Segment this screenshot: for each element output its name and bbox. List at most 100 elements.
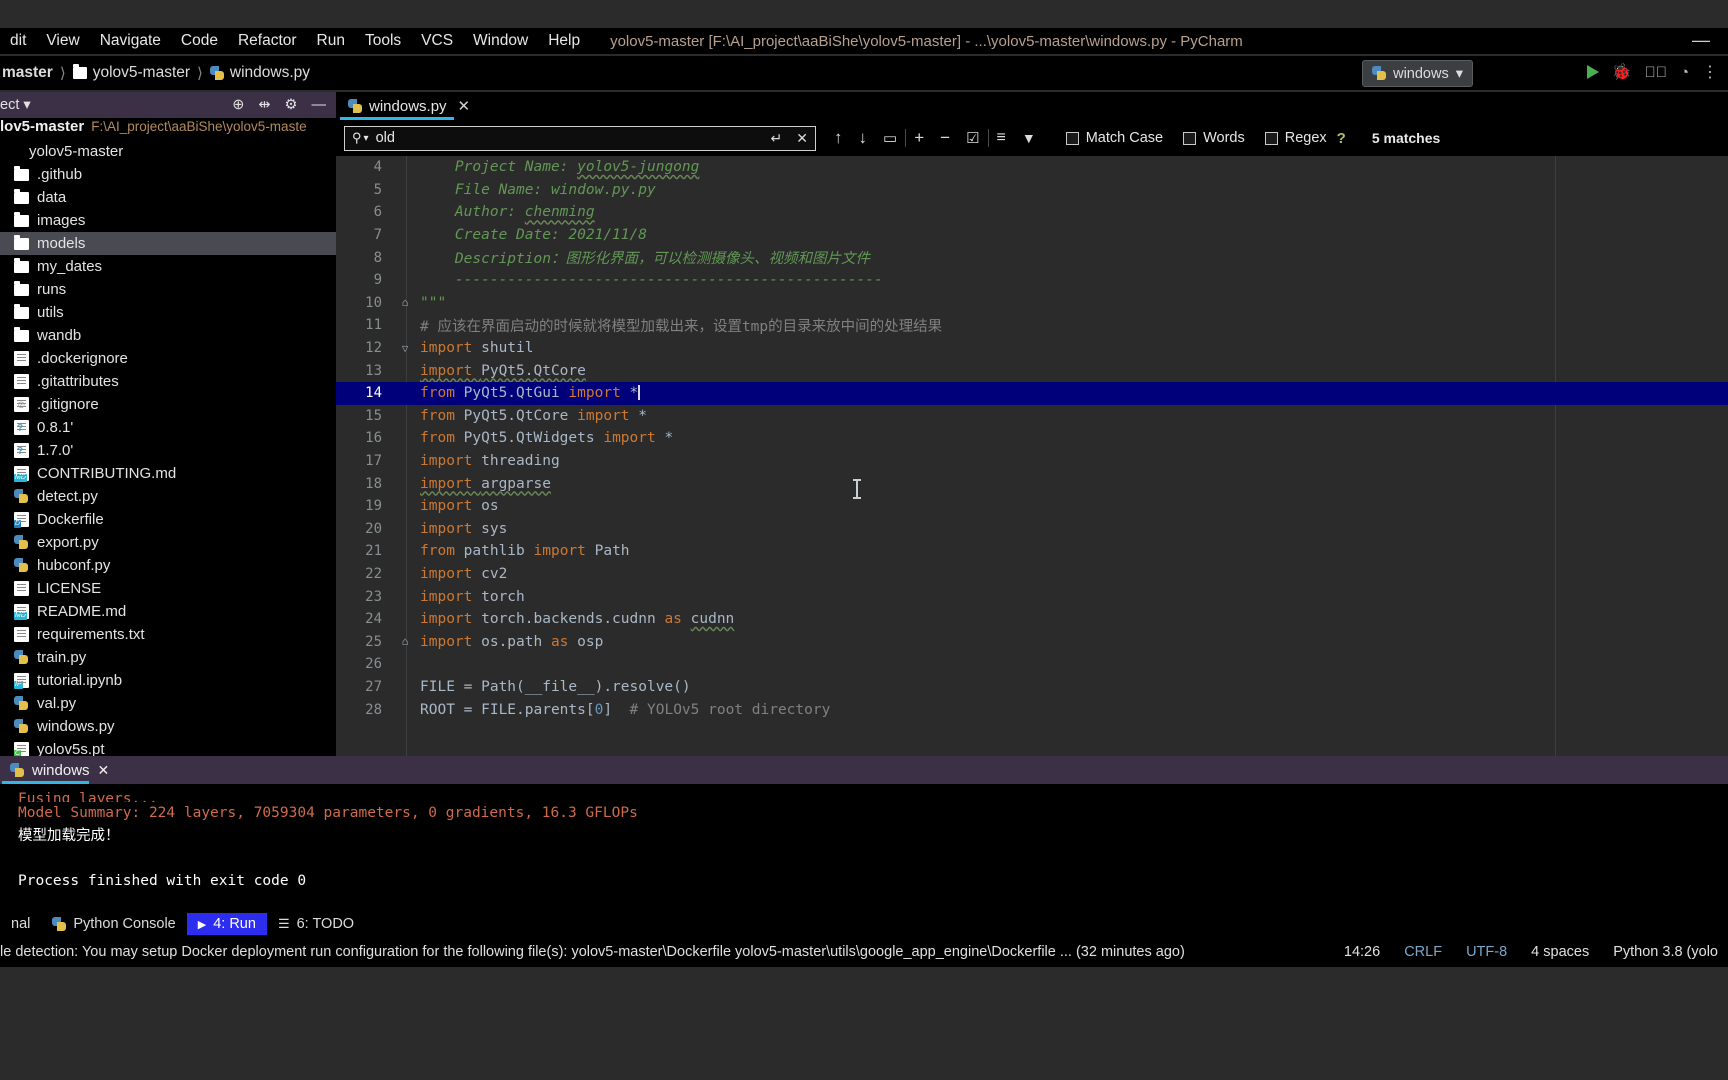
clear-search-icon[interactable]: ✕: [796, 130, 808, 147]
checkbox-box[interactable]: [1264, 131, 1278, 145]
code-line[interactable]: 24 import torch.backends.cudnn as cudnn: [336, 608, 1728, 631]
status-indent[interactable]: 4 spaces: [1531, 944, 1589, 960]
tree-item-utils[interactable]: utils: [0, 301, 336, 324]
menu-item-code[interactable]: Code: [171, 32, 228, 50]
tool-window-todo[interactable]: ☰ 6: TODO: [267, 913, 365, 935]
tree-item-wandb[interactable]: wandb: [0, 324, 336, 347]
menu-item-navigate[interactable]: Navigate: [90, 32, 171, 50]
settings-gear-icon[interactable]: ⚙: [285, 97, 298, 113]
tree-item-train-py[interactable]: train.py: [0, 646, 336, 669]
tree-item-yolov5-master[interactable]: yolov5-master: [0, 140, 336, 163]
locate-icon[interactable]: ⊕: [232, 97, 244, 113]
project-root-row[interactable]: lov5-master F:\AI_project\aaBiShe\yolov5…: [0, 118, 336, 140]
tool-window-python-console[interactable]: Python Console: [41, 913, 186, 935]
tree-item-my-dates[interactable]: my_dates: [0, 255, 336, 278]
tree-item-yolov5s-pt[interactable]: Cyolov5s.pt: [0, 738, 336, 756]
tree-item-val-py[interactable]: val.py: [0, 692, 336, 715]
menu-item-edit[interactable]: dit: [0, 32, 36, 50]
code-line[interactable]: 4 Project Name: yolov5-jungong: [336, 156, 1728, 179]
code-line[interactable]: 27 FILE = Path(__file__).resolve(): [336, 676, 1728, 699]
breadcrumb-item-master[interactable]: master: [0, 64, 55, 82]
filter-lines-icon[interactable]: ≡: [997, 129, 1006, 147]
tree-item-0-8-1-[interactable]: 0.8.1': [0, 416, 336, 439]
tree-item--gitignore[interactable]: .gitignore: [0, 393, 336, 416]
tree-item-license[interactable]: LICENSE: [0, 577, 336, 600]
find-previous-icon[interactable]: ↑: [834, 128, 843, 148]
run-with-coverage-icon[interactable]: ▶⃞: [1644, 64, 1667, 81]
remove-line-icon[interactable]: −: [940, 128, 950, 148]
toggle-selection-icon[interactable]: ☑: [966, 129, 979, 147]
close-icon[interactable]: ✕: [98, 762, 110, 779]
code-line[interactable]: 17 import threading: [336, 450, 1728, 473]
fold-marker-icon[interactable]: ⌂: [396, 296, 414, 309]
code-line[interactable]: 12 ▽ import shutil: [336, 337, 1728, 360]
tree-item-detect-py[interactable]: detect.py: [0, 485, 336, 508]
menu-item-view[interactable]: View: [36, 32, 89, 50]
chevron-down-icon[interactable]: ▾: [23, 97, 30, 113]
code-line[interactable]: 6 Author: chenming: [336, 201, 1728, 224]
menu-item-help[interactable]: Help: [538, 32, 590, 50]
menu-item-tools[interactable]: Tools: [355, 32, 411, 50]
tree-item-export-py[interactable]: export.py: [0, 531, 336, 554]
tree-item-requirements-txt[interactable]: requirements.txt: [0, 623, 336, 646]
more-icon[interactable]: ⋮: [1702, 62, 1718, 82]
menu-item-run[interactable]: Run: [307, 32, 355, 50]
code-line[interactable]: 9 --------------------------------------…: [336, 269, 1728, 292]
match-case-checkbox[interactable]: Match Case: [1065, 130, 1163, 146]
profile-icon[interactable]: ◔: [1680, 64, 1689, 81]
run-tab-windows[interactable]: windows ✕: [0, 756, 119, 784]
run-button[interactable]: [1586, 65, 1599, 79]
find-input[interactable]: old: [376, 130, 764, 146]
code-line[interactable]: 28 ROOT = FILE.parents[0] # YOLOv5 root d…: [336, 698, 1728, 721]
code-line[interactable]: 18 import argparse: [336, 472, 1728, 495]
tree-item-runs[interactable]: runs: [0, 278, 336, 301]
menu-item-vcs[interactable]: VCS: [411, 32, 463, 50]
checkbox-box[interactable]: [1065, 131, 1079, 145]
project-tree[interactable]: lov5-master F:\AI_project\aaBiShe\yolov5…: [0, 118, 336, 756]
code-line[interactable]: 26: [336, 653, 1728, 676]
fold-marker-icon[interactable]: ▽: [396, 342, 414, 355]
search-history-icon[interactable]: ↵: [771, 130, 783, 147]
code-line[interactable]: 13 import PyQt5.QtCore: [336, 359, 1728, 382]
tree-item-dockerfile[interactable]: D Dockerfile: [0, 508, 336, 531]
code-line[interactable]: 5 File Name: window.py.py: [336, 179, 1728, 202]
breadcrumb-item-project[interactable]: yolov5-master: [71, 64, 192, 82]
code-line[interactable]: 23 import torch: [336, 585, 1728, 608]
code-line[interactable]: 16 from PyQt5.QtWidgets import *: [336, 427, 1728, 450]
code-line[interactable]: 15 from PyQt5.QtCore import *: [336, 405, 1728, 428]
tool-window-run[interactable]: ▶ 4: Run: [186, 913, 267, 935]
close-icon[interactable]: ✕: [458, 97, 471, 115]
tree-item-hubconf-py[interactable]: hubconf.py: [0, 554, 336, 577]
regex-help-icon[interactable]: ?: [1337, 130, 1346, 147]
code-line[interactable]: 8 Description：图形化界面，可以检测摄像头、视频和图片文件: [336, 246, 1728, 269]
tree-item--gitattributes[interactable]: .gitattributes: [0, 370, 336, 393]
editor-tab-windows-py[interactable]: windows.py ✕: [336, 92, 480, 120]
code-line[interactable]: 22 import cv2: [336, 563, 1728, 586]
tree-item--github[interactable]: .github: [0, 163, 336, 186]
code-line[interactable]: 14 from PyQt5.QtGui import *: [336, 381, 1728, 405]
console-output[interactable]: Fusing layers... Model Summary: 224 layer…: [0, 784, 1728, 892]
tree-item-contributing-md[interactable]: MD CONTRIBUTING.md: [0, 462, 336, 485]
tree-item-models[interactable]: models: [0, 232, 336, 255]
tree-item-readme-md[interactable]: MD README.md: [0, 600, 336, 623]
code-line[interactable]: 20 import sys: [336, 518, 1728, 541]
fold-marker-icon[interactable]: ⌂: [396, 635, 414, 648]
code-line[interactable]: 7 Create Date: 2021/11/8: [336, 224, 1728, 247]
regex-checkbox[interactable]: Regex: [1264, 130, 1327, 146]
status-interpreter[interactable]: Python 3.8 (yolo: [1613, 944, 1718, 960]
chevron-down-icon[interactable]: ▾: [364, 133, 369, 144]
find-next-icon[interactable]: ↓: [859, 128, 868, 148]
tree-item-1-7-0-[interactable]: 1.7.0': [0, 439, 336, 462]
status-message[interactable]: le detection: You may setup Docker deplo…: [0, 944, 1185, 960]
minimize-icon[interactable]: —: [1692, 30, 1710, 51]
status-encoding[interactable]: UTF-8: [1466, 944, 1507, 960]
code-line[interactable]: 25 ⌂ import os.path as osp: [336, 630, 1728, 653]
tree-item-data[interactable]: data: [0, 186, 336, 209]
code-editor[interactable]: 4 Project Name: yolov5-jungong 5 File Nam…: [336, 156, 1728, 756]
collapse-all-icon[interactable]: ⇹: [258, 97, 270, 113]
status-line-separator[interactable]: CRLF: [1404, 944, 1442, 960]
tree-item-tutorial-ipynb[interactable]: IP tutorial.ipynb: [0, 669, 336, 692]
tree-item-images[interactable]: images: [0, 209, 336, 232]
minimize-icon[interactable]: —: [312, 97, 327, 113]
menu-item-window[interactable]: Window: [463, 32, 538, 50]
